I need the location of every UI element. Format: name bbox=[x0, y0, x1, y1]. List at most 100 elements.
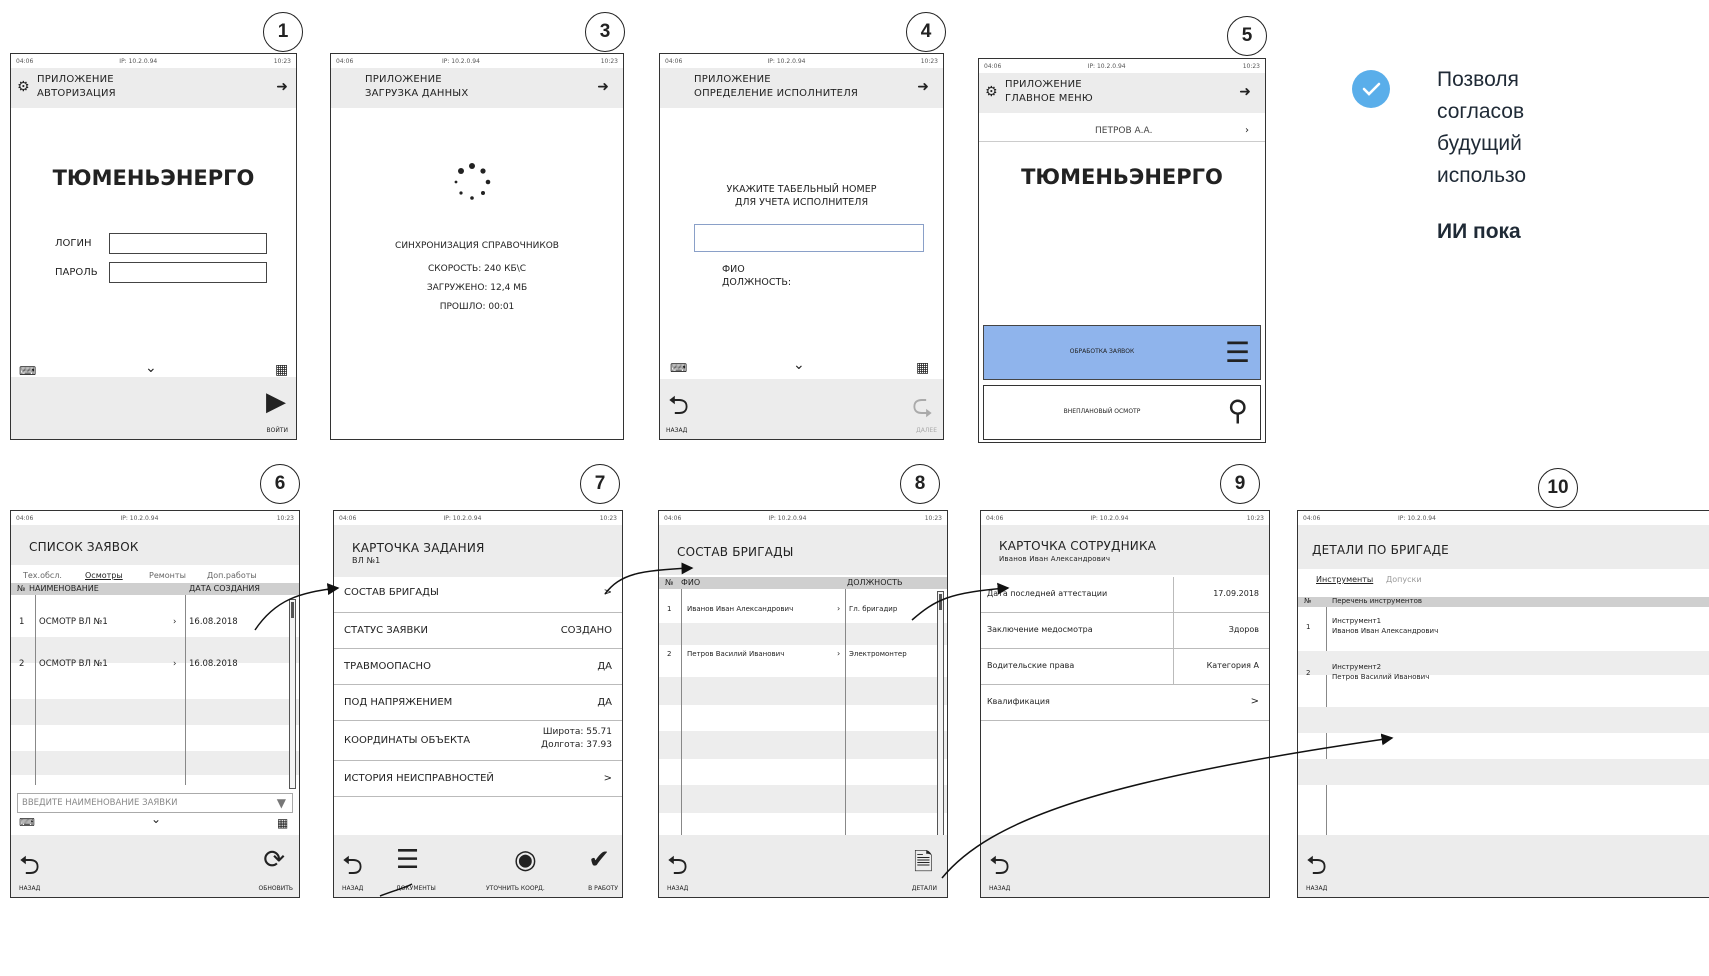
scroll-thumb[interactable] bbox=[939, 594, 942, 610]
tab-tech[interactable]: Тех.обсл. bbox=[23, 571, 62, 580]
col-list: Перечень инструментов bbox=[1332, 597, 1422, 605]
tab-repairs[interactable]: Ремонты bbox=[149, 571, 186, 580]
logout-icon[interactable]: ➜ bbox=[276, 79, 288, 95]
status-ip: IP: 10.2.0.94 bbox=[1090, 515, 1129, 522]
status-clock: 10:23 bbox=[924, 515, 942, 522]
personnel-number-input[interactable] bbox=[694, 224, 924, 252]
row-key: ПОД НАПРЯЖЕНИЕМ bbox=[344, 697, 453, 708]
status-ip: IP: 10.2.0.94 bbox=[441, 58, 480, 65]
bottom-bar: ⮌ НАЗАД 🗎 ДЕТАЛИ bbox=[659, 835, 947, 897]
status-time-left: 04:06 bbox=[339, 515, 357, 522]
row-attestation: Дата последней аттестации 17.09.2018 bbox=[981, 577, 1269, 613]
scrollbar[interactable] bbox=[289, 599, 296, 789]
brand-title: ТЮМЕНЬЭНЕРГО bbox=[1021, 165, 1223, 189]
tab-inspections[interactable]: Осмотры bbox=[85, 571, 123, 580]
requests-label: ОБРАБОТКА ЗАЯВОК bbox=[1069, 348, 1135, 355]
status-bar: 04:06 IP: 10.2.0.94 10:23 bbox=[11, 511, 299, 525]
row-key: ТРАВМООПАСНО bbox=[344, 661, 431, 672]
screen-team-details: 04:06 IP: 10.2.0.94 ДЕТАЛИ ПО БРИГАДЕ Ин… bbox=[1297, 510, 1709, 898]
row-value: ДА bbox=[597, 661, 612, 672]
status-time-left: 04:06 bbox=[984, 63, 1002, 70]
chevron-down-icon[interactable]: ⌄ bbox=[151, 812, 161, 826]
bottom-bar: ⮌ НАЗАД ⮎ ДАЛЕЕ bbox=[660, 379, 943, 439]
work-label: В РАБОТУ bbox=[588, 885, 618, 892]
row-stripe bbox=[1298, 759, 1709, 785]
login-field[interactable] bbox=[109, 233, 267, 254]
chevron-right-icon[interactable]: › bbox=[1245, 125, 1249, 136]
grid-icon[interactable]: ▦ bbox=[916, 360, 929, 376]
requests-button[interactable]: ОБРАБОТКА ЗАЯВОК ☰ bbox=[983, 325, 1261, 380]
tab-permits[interactable]: Допуски bbox=[1386, 575, 1422, 584]
row-instrument: Инструмент1 bbox=[1332, 617, 1382, 625]
details-label: ДЕТАЛИ bbox=[911, 885, 937, 892]
row-stripe bbox=[1298, 707, 1709, 733]
settings-icon[interactable]: ⚙ bbox=[985, 84, 998, 100]
chevron-right-icon: › bbox=[173, 659, 177, 669]
password-field[interactable] bbox=[109, 262, 267, 283]
inspection-label: ВНЕПЛАНОВЫЙ ОСМОТР bbox=[1063, 408, 1141, 415]
logout-icon[interactable]: ➜ bbox=[917, 79, 929, 95]
row-value: СОЗДАНО bbox=[560, 625, 612, 636]
step-badge-3: 3 bbox=[585, 12, 625, 52]
keyboard-icon[interactable]: ⌨ bbox=[19, 816, 35, 829]
chevron-down-icon[interactable]: ⌄ bbox=[793, 357, 805, 373]
keyboard-icon[interactable]: ⌨ bbox=[19, 364, 36, 378]
grid-icon[interactable]: ▦ bbox=[277, 816, 288, 830]
spinner-icon bbox=[454, 163, 491, 200]
screen-main-menu: 04:06 IP: 10.2.0.94 10:23 ⚙ ПРИЛОЖЕНИЕ Г… bbox=[978, 58, 1266, 443]
filter-icon[interactable]: ▼ bbox=[277, 796, 286, 810]
app-header: ПРИЛОЖЕНИЕ ОПРЕДЕЛЕНИЕ ИСПОЛНИТЕЛЯ ➜ bbox=[660, 68, 943, 108]
logout-icon[interactable]: ➜ bbox=[597, 79, 609, 95]
app-label: ПРИЛОЖЕНИЕ bbox=[694, 74, 771, 85]
status-ip: IP: 10.2.0.94 bbox=[120, 515, 159, 522]
app-header: ДЕТАЛИ ПО БРИГАДЕ bbox=[1298, 525, 1709, 569]
status-time-left: 04:06 bbox=[336, 58, 354, 65]
row-qualification[interactable]: Квалификация > bbox=[981, 685, 1269, 721]
logout-icon[interactable]: ➜ bbox=[1239, 84, 1251, 100]
tab-instruments[interactable]: Инструменты bbox=[1316, 575, 1373, 584]
step-badge-9: 9 bbox=[1220, 464, 1260, 504]
tab-extra[interactable]: Доп.работы bbox=[207, 571, 257, 580]
row-team[interactable]: СОСТАВ БРИГАДЫ > bbox=[334, 577, 622, 613]
status-ip: IP: 10.2.0.94 bbox=[1087, 63, 1126, 70]
app-label: ПРИЛОЖЕНИЕ bbox=[37, 74, 114, 85]
settings-icon[interactable]: ⚙ bbox=[17, 79, 30, 95]
documents-icon[interactable]: ☰ bbox=[396, 845, 419, 875]
row-history[interactable]: ИСТОРИЯ НЕИСПРАВНОСТЕЙ > bbox=[334, 761, 622, 797]
status-clock: 10:23 bbox=[273, 58, 291, 65]
chevron-down-icon[interactable]: ⌄ bbox=[145, 360, 157, 376]
row-stripe bbox=[659, 677, 947, 705]
storyboard-canvas: 1 3 4 5 6 7 8 9 10 04:06 IP: 10.2.0.94 1… bbox=[0, 0, 1709, 976]
row-medical: Заключение медосмотра Здоров bbox=[981, 613, 1269, 649]
user-name[interactable]: ПЕТРОВ А.А. bbox=[1095, 126, 1153, 136]
status-time-left: 04:06 bbox=[16, 58, 34, 65]
forward-icon[interactable]: ⮎ bbox=[912, 387, 933, 431]
row-name: ОСМОТР ВЛ №1 bbox=[39, 617, 108, 627]
keyboard-icon[interactable]: ⌨ bbox=[670, 361, 687, 375]
row-key: СТАТУС ЗАЯВКИ bbox=[344, 625, 428, 636]
screen-title: СПИСОК ЗАЯВОК bbox=[29, 540, 139, 554]
target-icon[interactable]: ◉ bbox=[514, 845, 537, 875]
search-request-input[interactable]: ВВЕДИТЕ НАИМЕНОВАНИЕ ЗАЯВКИ ▼ bbox=[17, 793, 293, 813]
refresh-icon[interactable]: ⟳ bbox=[263, 845, 285, 875]
col-fio: ФИО bbox=[681, 578, 701, 587]
search-placeholder: ВВЕДИТЕ НАИМЕНОВАНИЕ ЗАЯВКИ bbox=[22, 798, 178, 808]
back-label: НАЗАД bbox=[342, 885, 364, 892]
document-icon[interactable]: 🗎 bbox=[914, 845, 933, 886]
status-bar: 04:06 IP: 10.2.0.94 10:23 bbox=[659, 511, 947, 525]
checkmark-icon[interactable]: ✔ bbox=[588, 845, 610, 875]
enter-label: ВОЙТИ bbox=[266, 427, 288, 434]
play-icon[interactable]: ▶ bbox=[266, 387, 286, 417]
grid-icon[interactable]: ▦ bbox=[275, 362, 288, 378]
row-no: 2 bbox=[19, 659, 25, 669]
screen-title: КАРТОЧКА СОТРУДНИКА bbox=[999, 539, 1157, 553]
column-divider bbox=[681, 589, 682, 839]
scrollbar[interactable] bbox=[937, 591, 944, 841]
row-owner: Иванов Иван Александрович bbox=[1332, 627, 1439, 635]
row-no: 1 bbox=[667, 605, 672, 613]
status-time-left: 04:06 bbox=[1303, 515, 1321, 522]
scroll-thumb[interactable] bbox=[291, 602, 294, 618]
back-icon[interactable]: ⮌ bbox=[668, 387, 689, 431]
inspection-button[interactable]: ВНЕПЛАНОВЫЙ ОСМОТР ⚲ bbox=[983, 385, 1261, 440]
col-no: № bbox=[17, 584, 26, 593]
